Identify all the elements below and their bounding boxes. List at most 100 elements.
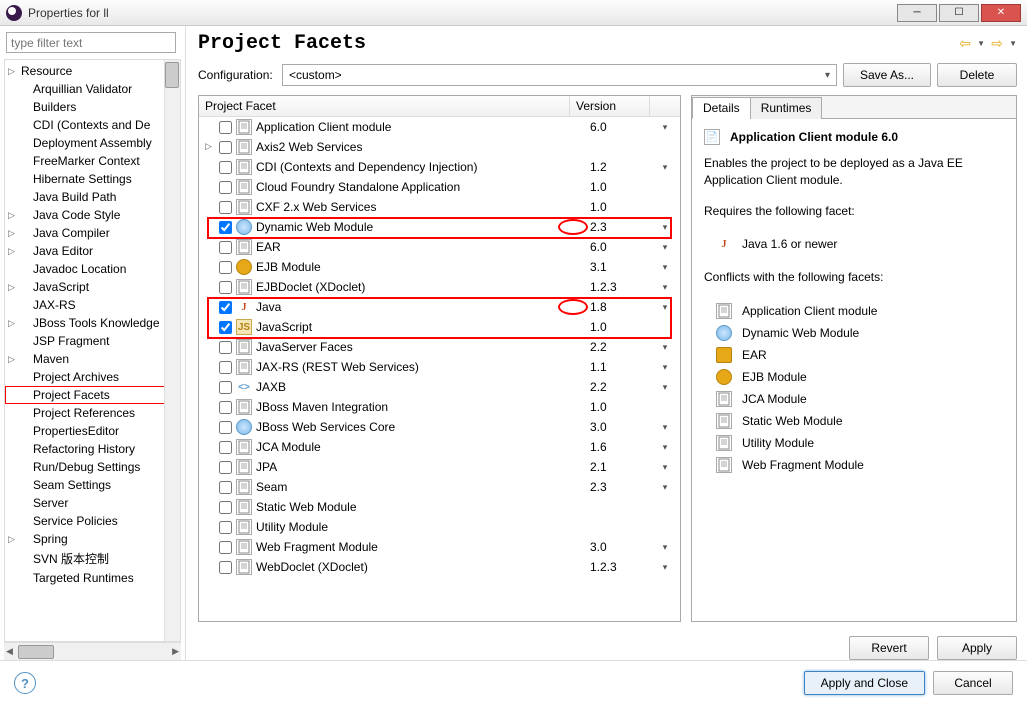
facet-checkbox[interactable] [219, 401, 232, 414]
nav-forward-dropdown[interactable]: ▼ [1009, 39, 1017, 48]
nav-back-button[interactable]: ⇦ [956, 36, 974, 52]
sidebar-item[interactable]: FreeMarker Context [5, 152, 180, 170]
facet-row[interactable]: JPA2.1▾ [199, 457, 680, 477]
sidebar-item[interactable]: Refactoring History [5, 440, 180, 458]
facet-checkbox[interactable] [219, 361, 232, 374]
facet-row[interactable]: CXF 2.x Web Services1.0 [199, 197, 680, 217]
sidebar-item[interactable]: Hibernate Settings [5, 170, 180, 188]
facet-checkbox[interactable] [219, 241, 232, 254]
sidebar-item[interactable]: Project Facets [5, 386, 180, 404]
facet-checkbox[interactable] [219, 461, 232, 474]
sidebar-item[interactable]: Seam Settings [5, 476, 180, 494]
sidebar-item[interactable]: JAX-RS [5, 296, 180, 314]
sidebar-item[interactable]: Java Compiler [5, 224, 180, 242]
delete-button[interactable]: Delete [937, 63, 1017, 87]
cancel-button[interactable]: Cancel [933, 671, 1013, 695]
facet-row[interactable]: Cloud Foundry Standalone Application1.0 [199, 177, 680, 197]
sidebar-item[interactable]: Builders [5, 98, 180, 116]
facet-row[interactable]: EJBDoclet (XDoclet)1.2.3▾ [199, 277, 680, 297]
facet-checkbox[interactable] [219, 341, 232, 354]
apply-and-close-button[interactable]: Apply and Close [804, 671, 925, 695]
nav-forward-button[interactable]: ⇨ [988, 36, 1006, 52]
tree-hscroll-thumb[interactable] [18, 645, 54, 659]
version-dropdown[interactable]: ▾ [650, 282, 680, 293]
maximize-button[interactable]: ☐ [939, 4, 979, 22]
sidebar-item[interactable]: Run/Debug Settings [5, 458, 180, 476]
facet-row[interactable]: Static Web Module [199, 497, 680, 517]
facet-row[interactable]: JCA Module1.6▾ [199, 437, 680, 457]
version-dropdown[interactable]: ▾ [650, 362, 680, 373]
facet-row[interactable]: JSJavaScript1.0 [199, 317, 680, 337]
filter-input[interactable] [6, 32, 176, 53]
version-dropdown[interactable]: ▾ [650, 542, 680, 553]
facet-row[interactable]: <>JAXB2.2▾ [199, 377, 680, 397]
sidebar-item[interactable]: JavaScript [5, 278, 180, 296]
facet-row[interactable]: Utility Module [199, 517, 680, 537]
facet-body[interactable]: Application Client module6.0▾▷Axis2 Web … [199, 117, 680, 621]
version-dropdown[interactable]: ▾ [650, 302, 680, 313]
facet-row[interactable]: Dynamic Web Module2.3▾ [199, 217, 680, 237]
facet-row[interactable]: ▷Axis2 Web Services [199, 137, 680, 157]
sidebar-item[interactable]: Java Code Style [5, 206, 180, 224]
configuration-select[interactable]: <custom> [282, 64, 837, 86]
facet-checkbox[interactable] [219, 501, 232, 514]
sidebar-item[interactable]: SVN 版本控制 [5, 548, 180, 569]
facet-row[interactable]: Seam2.3▾ [199, 477, 680, 497]
facet-checkbox[interactable] [219, 281, 232, 294]
nav-tree[interactable]: ResourceArquillian ValidatorBuildersCDI … [4, 59, 181, 642]
facet-row[interactable]: WebDoclet (XDoclet)1.2.3▾ [199, 557, 680, 577]
facet-checkbox[interactable] [219, 261, 232, 274]
version-dropdown[interactable]: ▾ [650, 222, 680, 233]
facet-checkbox[interactable] [219, 421, 232, 434]
sidebar-item[interactable]: JBoss Tools Knowledge [5, 314, 180, 332]
version-dropdown[interactable]: ▾ [650, 262, 680, 273]
version-dropdown[interactable]: ▾ [650, 162, 680, 173]
save-as-button[interactable]: Save As... [843, 63, 931, 87]
col-version[interactable]: Version [570, 96, 650, 116]
facet-checkbox[interactable] [219, 201, 232, 214]
sidebar-item[interactable]: Deployment Assembly [5, 134, 180, 152]
facet-checkbox[interactable] [219, 561, 232, 574]
sidebar-item[interactable]: Project Archives [5, 368, 180, 386]
help-icon[interactable]: ? [14, 672, 36, 694]
apply-button[interactable]: Apply [937, 636, 1017, 660]
facet-checkbox[interactable] [219, 161, 232, 174]
facet-row[interactable]: JJava1.8▾ [199, 297, 680, 317]
col-project-facet[interactable]: Project Facet [199, 96, 570, 116]
close-button[interactable]: ✕ [981, 4, 1021, 22]
sidebar-item[interactable]: Spring [5, 530, 180, 548]
facet-row[interactable]: Application Client module6.0▾ [199, 117, 680, 137]
facet-row[interactable]: CDI (Contexts and Dependency Injection)1… [199, 157, 680, 177]
facet-checkbox[interactable] [219, 181, 232, 194]
sidebar-item[interactable]: Javadoc Location [5, 260, 180, 278]
sidebar-item[interactable]: Project References [5, 404, 180, 422]
facet-row[interactable]: EJB Module3.1▾ [199, 257, 680, 277]
facet-checkbox[interactable] [219, 481, 232, 494]
facet-row[interactable]: JBoss Maven Integration1.0 [199, 397, 680, 417]
version-dropdown[interactable]: ▾ [650, 442, 680, 453]
sidebar-item[interactable]: Server [5, 494, 180, 512]
version-dropdown[interactable]: ▾ [650, 482, 680, 493]
facet-row[interactable]: EAR6.0▾ [199, 237, 680, 257]
version-dropdown[interactable]: ▾ [650, 462, 680, 473]
facet-row[interactable]: JavaServer Faces2.2▾ [199, 337, 680, 357]
sidebar-item[interactable]: PropertiesEditor [5, 422, 180, 440]
sidebar-item[interactable]: CDI (Contexts and De [5, 116, 180, 134]
sidebar-item[interactable]: Arquillian Validator [5, 80, 180, 98]
expand-icon[interactable]: ▷ [205, 141, 215, 152]
facet-checkbox[interactable] [219, 121, 232, 134]
nav-back-dropdown[interactable]: ▼ [977, 39, 985, 48]
facet-checkbox[interactable] [219, 321, 232, 334]
version-dropdown[interactable]: ▾ [650, 242, 680, 253]
tree-scrollbar-thumb[interactable] [165, 62, 179, 88]
facet-checkbox[interactable] [219, 541, 232, 554]
version-dropdown[interactable]: ▾ [650, 382, 680, 393]
facet-checkbox[interactable] [219, 381, 232, 394]
version-dropdown[interactable]: ▾ [650, 422, 680, 433]
sidebar-item[interactable]: Maven [5, 350, 180, 368]
facet-checkbox[interactable] [219, 141, 232, 154]
facet-row[interactable]: JAX-RS (REST Web Services)1.1▾ [199, 357, 680, 377]
facet-row[interactable]: Web Fragment Module3.0▾ [199, 537, 680, 557]
sidebar-item[interactable]: Service Policies [5, 512, 180, 530]
facet-checkbox[interactable] [219, 521, 232, 534]
